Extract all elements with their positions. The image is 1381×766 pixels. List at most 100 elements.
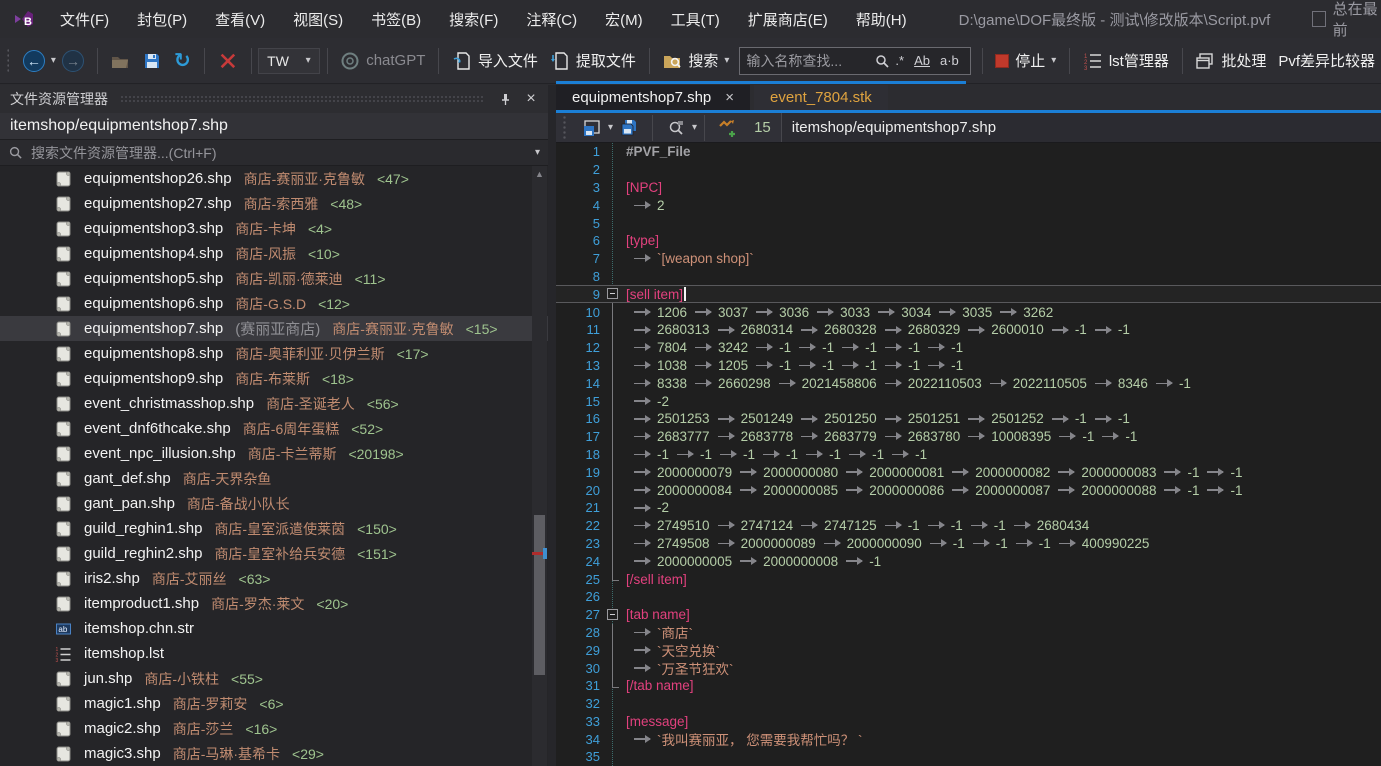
code-editor[interactable]: 1#PVF_File23[NPC]4256[type]7`[weapon sho… <box>556 143 1381 766</box>
code-line[interactable]: 35 <box>556 748 1381 766</box>
scrollbar-thumb[interactable] <box>534 515 545 675</box>
code-line[interactable]: 34`我叫赛丽亚， 您需要我帮忙吗？ ` <box>556 730 1381 748</box>
save-button[interactable] <box>136 47 168 75</box>
chatgpt-button[interactable]: chatGPT <box>334 47 431 75</box>
editor-tab[interactable]: event_7804.stk <box>754 85 888 110</box>
file-item[interactable]: equipmentshop6.shp商店-G.S.D<12> <box>0 291 548 316</box>
language-dropdown[interactable]: TW ▾ <box>258 48 320 74</box>
lst-manager-button[interactable]: 1 2 3 lst管理器 <box>1077 46 1175 75</box>
code-line[interactable]: 1126803132680314268032826803292600010-1-… <box>556 321 1381 339</box>
save-all-button[interactable] <box>613 114 645 142</box>
explorer-search-input[interactable] <box>31 145 527 161</box>
explorer-search-box[interactable]: ▾ <box>0 140 548 166</box>
toolbar-grip[interactable] <box>6 48 9 74</box>
panel-splitter[interactable] <box>548 85 556 766</box>
code-line[interactable]: 2420000000052000000008-1 <box>556 552 1381 570</box>
code-line[interactable]: 42 <box>556 196 1381 214</box>
search-in-file-button[interactable] <box>660 114 692 142</box>
file-item[interactable]: magic2.shp商店-莎兰<16> <box>0 716 548 741</box>
code-line[interactable]: 28`商店` <box>556 624 1381 642</box>
file-item[interactable]: event_christmasshop.shp商店-圣诞老人<56> <box>0 391 548 416</box>
tab-close-icon[interactable]: × <box>725 89 734 106</box>
file-item[interactable]: guild_reghin2.shp商店-皇室补给兵安德<151> <box>0 541 548 566</box>
code-line[interactable]: 23274950820000000892000000090-1-1-140099… <box>556 535 1381 553</box>
file-item[interactable]: gant_def.shp商店-天界杂鱼 <box>0 466 548 491</box>
code-line[interactable]: 2020000000842000000085200000008620000000… <box>556 481 1381 499</box>
match-word-toggle-icon[interactable]: Ab <box>914 53 930 68</box>
code-line[interactable]: 7`[weapon shop]` <box>556 250 1381 268</box>
import-file-button[interactable]: 导入文件 <box>446 46 544 75</box>
file-item[interactable]: equipmentshop3.shp商店-卡坤<4> <box>0 216 548 241</box>
file-item[interactable]: equipmentshop27.shp商店-索西雅<48> <box>0 191 548 216</box>
code-line[interactable]: 29`天空兑换` <box>556 641 1381 659</box>
scroll-up-icon[interactable]: ▲ <box>532 169 547 179</box>
menu-item-f[interactable]: 文件(F) <box>46 3 123 36</box>
file-item[interactable]: magic1.shp商店-罗莉安<6> <box>0 691 548 716</box>
pin-icon[interactable] <box>496 90 514 108</box>
menu-item-f[interactable]: 搜索(F) <box>435 3 512 36</box>
file-item[interactable]: jun.shp商店-小铁柱<55> <box>0 666 548 691</box>
file-item[interactable]: event_npc_illusion.shp商店-卡兰蒂斯<20198> <box>0 441 548 466</box>
code-line[interactable]: 5 <box>556 214 1381 232</box>
magnifier-icon[interactable] <box>874 53 890 69</box>
code-line[interactable]: 18-1-1-1-1-1-1-1 <box>556 446 1381 464</box>
file-item[interactable]: equipmentshop26.shp商店-赛丽亚·克鲁敏<47> <box>0 166 548 191</box>
nav-back-button[interactable]: ← <box>17 46 51 76</box>
code-line[interactable]: 6[type] <box>556 232 1381 250</box>
file-item[interactable]: magic3.shp商店-马琳·基希卡<29> <box>0 741 548 766</box>
editor-tab[interactable]: equipmentshop7.shp× <box>556 85 750 110</box>
file-item[interactable]: equipmentshop9.shp商店-布莱斯<18> <box>0 366 548 391</box>
code-line[interactable]: 27[tab name] <box>556 606 1381 624</box>
menu-item-t[interactable]: 工具(T) <box>657 3 734 36</box>
code-line[interactable]: 8 <box>556 268 1381 286</box>
chevron-down-icon[interactable]: ▾ <box>692 122 697 133</box>
pvf-diff-button[interactable]: Pvf差异比较器 <box>1272 46 1381 75</box>
code-line[interactable]: 30`万圣节狂欢` <box>556 659 1381 677</box>
search-menu-button[interactable]: 搜索 ▾ <box>656 46 735 75</box>
code-line[interactable]: 22274951027471242747125-1-1-12680434 <box>556 517 1381 535</box>
find-input-box[interactable]: .* Ab a·b <box>739 47 970 75</box>
menu-item-e[interactable]: 扩展商店(E) <box>734 3 842 36</box>
code-line[interactable]: 2 <box>556 161 1381 179</box>
code-line[interactable]: 1#PVF_File <box>556 143 1381 161</box>
fold-toggle-icon[interactable] <box>607 288 618 299</box>
code-line[interactable]: 26 <box>556 588 1381 606</box>
menu-item-b[interactable]: 书签(B) <box>357 3 435 36</box>
file-item[interactable]: iris2.shp商店-艾丽丝<63> <box>0 566 548 591</box>
code-line[interactable]: 1310381205-1-1-1-1-1 <box>556 357 1381 375</box>
file-item[interactable]: event_dnf6thcake.shp商店-6周年蛋糕<52> <box>0 416 548 441</box>
code-line[interactable]: 31[/tab name] <box>556 677 1381 695</box>
fold-toggle-icon[interactable] <box>607 609 618 620</box>
find-input[interactable] <box>746 53 874 69</box>
menu-item-h[interactable]: 帮助(H) <box>842 3 921 36</box>
always-on-top-checkbox[interactable] <box>1312 11 1325 27</box>
undo-button[interactable]: ↺ <box>168 44 197 77</box>
menu-item-v[interactable]: 查看(V) <box>201 3 279 36</box>
code-line[interactable]: 15-2 <box>556 392 1381 410</box>
code-line[interactable]: 25[/sell item] <box>556 570 1381 588</box>
delete-button[interactable] <box>212 47 244 75</box>
file-item[interactable]: guild_reghin1.shp商店-皇室派遣使莱茵<150> <box>0 516 548 541</box>
file-item[interactable]: equipmentshop5.shp商店-凯丽·德莱迪<11> <box>0 266 548 291</box>
close-icon[interactable]: × <box>522 90 540 108</box>
explorer-drag-handle[interactable] <box>120 95 484 104</box>
regex-toggle-icon[interactable]: .* <box>895 53 904 68</box>
always-on-top-toggle[interactable]: 总在最前 <box>1312 0 1381 40</box>
file-item[interactable]: equipmentshop7.shp(赛丽亚商店)商店-赛丽亚·克鲁敏<15> <box>0 316 548 341</box>
sync-compare-button[interactable] <box>712 114 744 142</box>
explorer-scrollbar[interactable]: ▲ <box>532 166 547 766</box>
file-item[interactable]: 123itemshop.lst <box>0 641 548 666</box>
code-line[interactable]: 33[message] <box>556 713 1381 731</box>
file-item[interactable]: itemproduct1.shp商店-罗杰·莱文<20> <box>0 591 548 616</box>
file-item[interactable]: equipmentshop8.shp商店-奥菲利亚·贝伊兰斯<17> <box>0 341 548 366</box>
file-item[interactable]: equipmentshop4.shp商店-风振<10> <box>0 241 548 266</box>
chevron-down-icon[interactable]: ▾ <box>535 147 540 158</box>
open-file-button[interactable] <box>104 47 136 75</box>
code-line[interactable]: 1920000000792000000080200000008120000000… <box>556 463 1381 481</box>
menu-item-c[interactable]: 注释(C) <box>512 3 591 36</box>
batch-button[interactable]: 批处理 <box>1189 46 1272 75</box>
code-line[interactable]: 21-2 <box>556 499 1381 517</box>
code-line[interactable]: 101206303730363033303430353262 <box>556 303 1381 321</box>
file-item[interactable]: gant_pan.shp商店-备战小队长 <box>0 491 548 516</box>
editor-toolbar-grip[interactable] <box>562 115 568 141</box>
